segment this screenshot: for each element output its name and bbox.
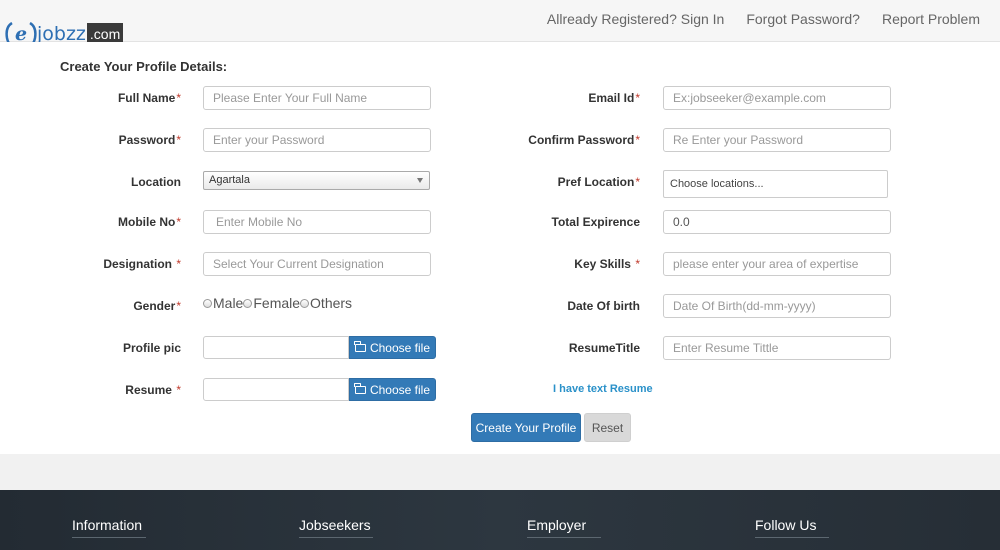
profile-pic-file-field[interactable] [203, 336, 349, 359]
gender-radio-male[interactable]: Male [203, 295, 243, 311]
location-selected-value: Agartala [209, 174, 250, 186]
profile-form: Create Your Profile Details: Full Name* … [0, 42, 1000, 454]
footer-heading-jobseekers: Jobseekers [299, 517, 373, 538]
top-bar: e jobzz .com Allready Registered? Sign I… [0, 0, 1000, 46]
email-label: Email Id* [588, 91, 640, 105]
profile-pic-choose-button[interactable]: Choose file [349, 336, 436, 359]
top-nav: Allready Registered? Sign In Forgot Pass… [547, 11, 980, 27]
location-label: Location [131, 175, 181, 189]
footer-heading-employer: Employer [527, 517, 602, 538]
report-problem-link[interactable]: Report Problem [882, 11, 980, 27]
designation-input[interactable] [203, 252, 431, 276]
chevron-down-icon [417, 178, 423, 183]
designation-label: Designation * [103, 257, 181, 271]
radio-icon [300, 298, 310, 308]
footer-heading-information: Information [72, 517, 147, 538]
confirm-password-label: Confirm Password* [528, 133, 640, 147]
reset-button[interactable]: Reset [584, 413, 631, 442]
experience-label: Total Expirence [551, 215, 640, 229]
footer-heading-follow-us: Follow Us [755, 517, 830, 538]
resume-label: Resume * [125, 383, 181, 397]
mobile-input[interactable] [203, 210, 431, 234]
resume-file-field[interactable] [203, 378, 349, 401]
folder-open-icon [354, 340, 366, 352]
password-input[interactable] [203, 128, 431, 152]
full-name-label: Full Name* [117, 91, 181, 105]
gender-radio-group: Male Female Others [203, 295, 352, 311]
email-input[interactable] [663, 86, 891, 110]
experience-input[interactable] [663, 210, 891, 234]
forgot-password-link[interactable]: Forgot Password? [746, 11, 860, 27]
folder-open-icon [354, 382, 366, 394]
confirm-password-input[interactable] [663, 128, 891, 152]
mobile-label: Mobile No* [118, 215, 181, 229]
full-name-input[interactable] [203, 86, 431, 110]
gender-radio-female[interactable]: Female [243, 295, 300, 311]
key-skills-label: Key Skills * [574, 257, 640, 271]
dob-input[interactable] [663, 294, 891, 318]
resume-title-label: ResumeTitle [568, 341, 640, 355]
radio-icon [203, 298, 212, 308]
pref-location-label: Pref Location* [557, 175, 640, 189]
sign-in-link[interactable]: Allready Registered? Sign In [547, 11, 724, 27]
key-skills-input[interactable] [663, 252, 891, 276]
resume-title-input[interactable] [663, 336, 891, 360]
pref-location-multiselect[interactable]: Choose locations... [663, 170, 888, 198]
page-title: Create Your Profile Details: [60, 59, 228, 74]
radio-icon [243, 298, 253, 308]
profile-pic-label: Profile pic [122, 341, 181, 355]
dob-label: Date Of birth [567, 299, 640, 313]
footer: Information Jobseekers Employer Follow U… [0, 490, 1000, 550]
text-resume-link[interactable]: I have text Resume [553, 383, 653, 395]
gender-radio-others[interactable]: Others [300, 295, 352, 311]
create-profile-button[interactable]: Create Your Profile [471, 413, 581, 442]
password-label: Password* [118, 133, 181, 147]
location-select[interactable]: Agartala [203, 171, 430, 190]
resume-choose-button[interactable]: Choose file [349, 378, 436, 401]
gender-label: Gender* [133, 299, 181, 313]
